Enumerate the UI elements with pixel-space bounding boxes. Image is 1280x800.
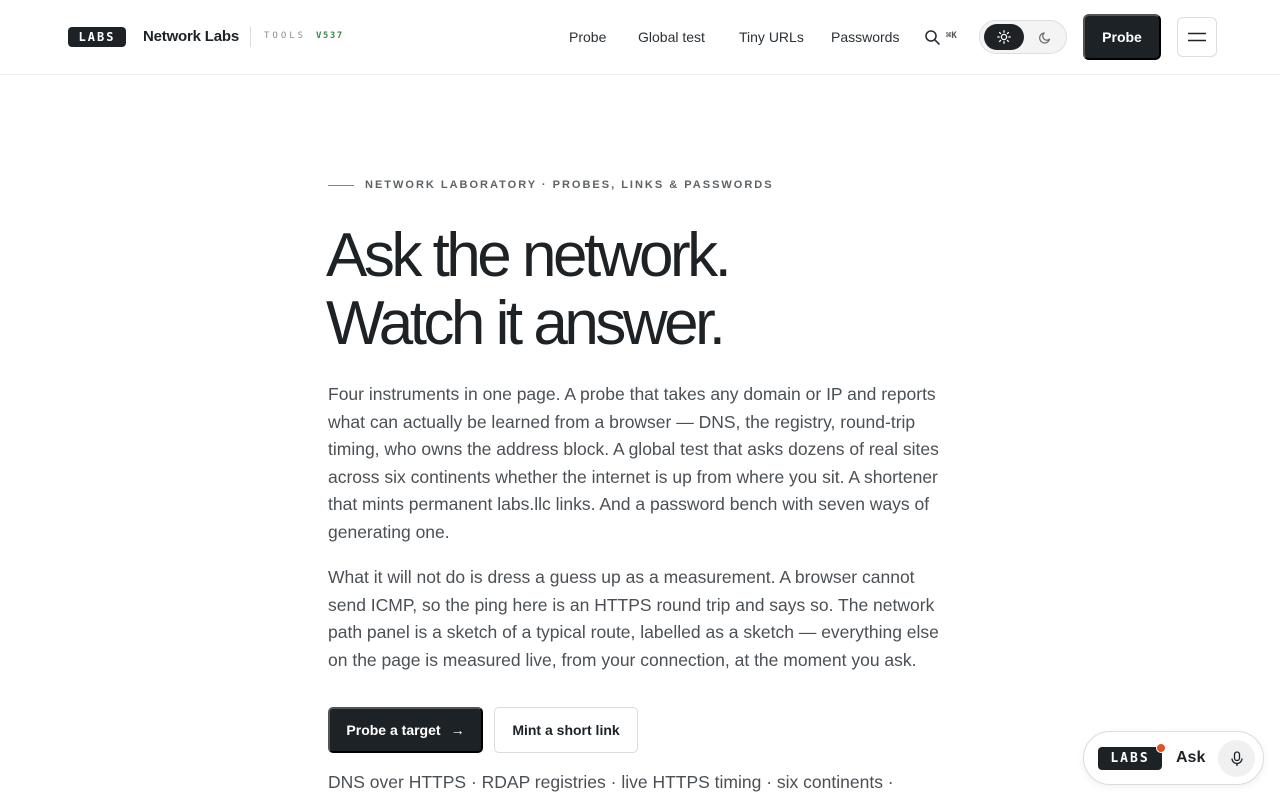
probe-target-label: Probe a target — [346, 722, 441, 738]
sun-icon — [997, 30, 1011, 44]
hero-paragraph-2: What it will not do is dress a guess up … — [328, 567, 939, 670]
eyebrow-accent-line — [328, 185, 354, 186]
ask-logo-text: LABS — [1110, 751, 1150, 766]
headline-line-2: Watch it answer. — [326, 289, 726, 358]
notification-dot — [1156, 743, 1166, 753]
ask-label: Ask — [1176, 749, 1206, 766]
theme-dark-option[interactable] — [1028, 24, 1062, 50]
probe-target-button[interactable]: Probe a target → — [328, 707, 483, 753]
nav-link-tiny-urls[interactable]: Tiny URLs — [739, 29, 804, 45]
ask-widget[interactable]: LABS Ask — [1083, 731, 1264, 785]
moon-icon — [1038, 31, 1050, 44]
microphone-button[interactable] — [1218, 740, 1255, 777]
version-badge: V537 — [316, 31, 344, 41]
hamburger-menu-icon — [1188, 32, 1206, 42]
nav-link-passwords[interactable]: Passwords — [831, 29, 899, 45]
ask-labs-logo: LABS — [1098, 747, 1162, 770]
menu-button[interactable] — [1177, 17, 1217, 57]
theme-toggle[interactable] — [979, 20, 1067, 54]
hero-paragraph-1: Four instruments in one page. A probe th… — [328, 384, 939, 542]
brand-name[interactable]: Network Labs — [143, 28, 239, 45]
search-icon[interactable] — [924, 29, 941, 46]
headline-line-1: Ask the network. — [326, 221, 732, 290]
probe-button[interactable]: Probe — [1083, 14, 1161, 60]
mint-short-link-button[interactable]: Mint a short link — [494, 707, 638, 753]
nav-link-global-test[interactable]: Global test — [638, 29, 705, 45]
theme-light-option[interactable] — [984, 24, 1024, 50]
nav-link-probe[interactable]: Probe — [569, 29, 606, 45]
microphone-icon — [1230, 750, 1243, 766]
tools-label: TOOLS — [264, 31, 307, 41]
brand-divider — [250, 27, 251, 47]
search-shortcut: ⌘K — [946, 31, 957, 41]
feature-list: DNS over HTTPS · RDAP registries · live … — [328, 772, 894, 792]
labs-logo-text: LABS — [78, 30, 116, 44]
top-header: LABS Network Labs TOOLS V537 Probe Globa… — [0, 0, 1280, 75]
hero-eyebrow: NETWORK LABORATORY · PROBES, LINKS & PAS… — [365, 179, 774, 191]
hero-headline: Ask the network. Watch it answer. — [326, 221, 732, 358]
arrow-right-icon: → — [450, 722, 465, 738]
labs-logo[interactable]: LABS — [68, 27, 126, 47]
